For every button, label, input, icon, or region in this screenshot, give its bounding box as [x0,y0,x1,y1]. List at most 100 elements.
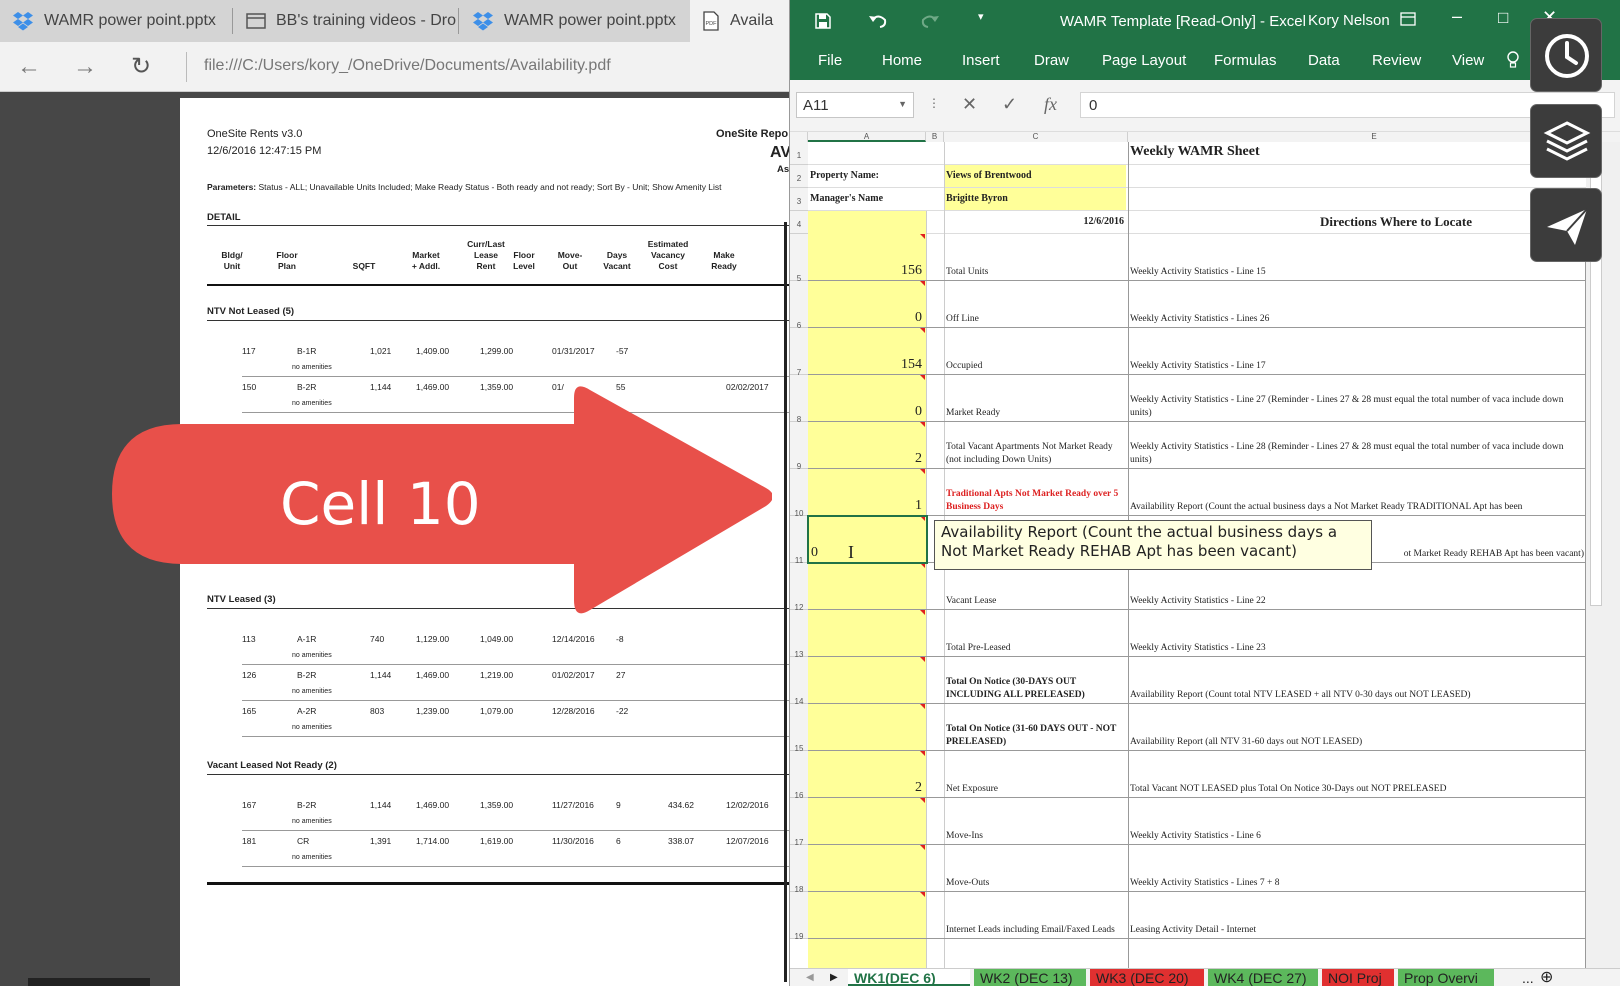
column-header-a[interactable]: A [808,132,926,142]
value-cell-a16[interactable]: 2 [808,780,922,796]
redo-icon[interactable] [920,12,940,30]
prev-sheet-icon[interactable]: ◀ [800,969,820,986]
property-name-value[interactable]: Views of Brentwood [944,165,1126,187]
row-header-14[interactable]: 14 [790,657,808,706]
row-header-18[interactable]: 18 [790,845,808,894]
row-header-19[interactable]: 19 [790,892,808,941]
name-box[interactable]: A11 ▼ [796,92,914,118]
forward-arrow-icon[interactable]: → [70,54,100,80]
pdf-cell-moveout: 11/30/2016 [552,836,594,846]
value-cell-a10[interactable]: 1 [808,498,922,514]
chevron-down-icon[interactable]: ▼ [898,99,907,109]
gridline [808,164,1620,165]
sheet-tab-0[interactable]: WK1(DEC 6) [848,969,970,986]
save-icon[interactable] [814,12,832,30]
row-header-3[interactable]: 3 [790,188,808,211]
pdf-group-title: NTV Not Leased (5) [207,306,295,317]
pdf-amenities-note: no amenities [292,688,332,695]
pdf-column-header: Curr/Last [467,239,505,249]
row-header-6[interactable]: 6 [790,281,808,330]
browser-tab-bar: WAMR power point.pptx BB's training vide… [0,0,800,42]
tab-training-videos[interactable]: BB's training videos - Dropt [234,0,456,42]
row-header-5[interactable]: 5 [790,234,808,283]
maximize-icon[interactable]: □ [1498,8,1508,28]
sheet-tab-1[interactable]: WK2 (DEC 13) [974,969,1086,986]
row-header-17[interactable]: 17 [790,798,808,847]
ribbon-tab-formulas[interactable]: Formulas [1214,52,1277,69]
ribbon-tab-file[interactable]: File [818,52,842,69]
customize-qat-icon[interactable]: ▾ [978,10,984,23]
row-header-1[interactable]: 1 [790,142,808,165]
row-header-16[interactable]: 16 [790,751,808,800]
value-cell-a6[interactable]: 0 [808,310,922,326]
column-header-b[interactable]: B [926,132,944,142]
comment-marker-icon [920,422,925,427]
row-header-8[interactable]: 8 [790,375,808,424]
value-cell-a8[interactable]: 0 [808,404,922,420]
user-name[interactable]: Kory Nelson [1308,12,1390,29]
value-cell-a9[interactable]: 2 [808,451,922,467]
ribbon-tab-view[interactable]: View [1452,52,1484,69]
row-header-10[interactable]: 10 [790,469,808,518]
tab-wamr-pptx-2[interactable]: WAMR power point.pptx [460,0,688,42]
row-header-7[interactable]: 7 [790,328,808,377]
sheet-tab-3[interactable]: WK4 (DEC 27) [1208,969,1318,986]
manager-name-value[interactable]: Brigitte Byron [944,188,1126,210]
selected-cell-a11[interactable] [807,515,928,564]
tell-me-lightbulb-icon[interactable] [1506,50,1520,70]
value-cell-a5[interactable]: 156 [808,263,922,279]
cancel-icon[interactable]: ✕ [962,94,977,115]
value-cell-a7[interactable]: 154 [808,357,922,373]
tab-wamr-pptx-1[interactable]: WAMR power point.pptx [0,0,232,42]
pdf-cell-unit: 167 [242,800,257,810]
sheet-tab-2[interactable]: WK3 (DEC 20) [1090,969,1204,986]
pdf-cell-moveout: 11/27/2016 [552,800,594,810]
ribbon-tab-data[interactable]: Data [1308,52,1340,69]
label-cell-c14: Total On Notice (30-DAYS OUT INCLUDING A… [946,677,1085,700]
pdf-cell-unit: 117 [242,346,256,356]
layers-button[interactable] [1530,104,1602,178]
add-sheet-icon[interactable]: ⊕ [1534,969,1559,986]
row-header-15[interactable]: 15 [790,704,808,753]
direction-cell-e17: Weekly Activity Statistics - Line 6 [1130,831,1261,841]
send-button[interactable] [1530,188,1602,262]
row-header-4[interactable]: 4 [790,211,808,234]
gridline [808,210,1620,211]
history-button[interactable] [1530,18,1602,92]
insert-function-icon[interactable]: fx [1044,94,1057,115]
ribbon-display-icon[interactable] [1400,12,1416,26]
row-header-12[interactable]: 12 [790,563,808,612]
select-all-corner[interactable] [790,132,808,142]
ribbon-tab-page-layout[interactable]: Page Layout [1102,52,1186,69]
sheet-title: Weekly WAMR Sheet [1130,144,1260,159]
row-header-2[interactable]: 2 [790,165,808,188]
enter-check-icon[interactable]: ✓ [1002,94,1017,115]
sheet-tab-4[interactable]: NOI Proj [1322,969,1394,986]
sheet-tab-5[interactable]: Prop Overvi [1398,969,1494,986]
send-icon [1547,208,1588,245]
column-header-c[interactable]: C [944,132,1128,142]
date-value[interactable]: 12/6/2016 [944,216,1126,227]
pdf-cell-market: 1,239.00 [416,706,450,716]
pdf-vertical-line [784,222,787,982]
pdf-group-title: Vacant Leased Not Ready (2) [207,760,337,771]
row-header-11[interactable]: 11 [790,516,808,565]
ribbon-tab-home[interactable]: Home [882,52,922,69]
ribbon-tab-draw[interactable]: Draw [1034,52,1069,69]
ribbon-tab-review[interactable]: Review [1372,52,1421,69]
next-sheet-icon[interactable]: ▶ [824,969,844,986]
row-header-9[interactable]: 9 [790,422,808,471]
undo-icon[interactable] [868,12,888,30]
pdf-cell-plan: B-2R [297,800,317,810]
refresh-icon[interactable]: ↻ [126,54,156,80]
minimize-icon[interactable]: – [1452,6,1462,27]
report-app-name: OneSite Rents v3.0 [207,128,303,140]
row-header-13[interactable]: 13 [790,610,808,659]
divider [242,736,800,737]
back-arrow-icon[interactable]: ← [14,54,44,80]
tab-availability-pdf[interactable]: PDF Availa [690,0,800,42]
url-field[interactable]: file:///C:/Users/kory_/OneDrive/Document… [204,57,611,75]
ribbon-tab-insert[interactable]: Insert [962,52,1000,69]
cell-comment-tooltip: Availability Report (Count the actual bu… [934,520,1372,570]
direction-cell-e16: Total Vacant NOT LEASED plus Total On No… [1130,784,1447,794]
